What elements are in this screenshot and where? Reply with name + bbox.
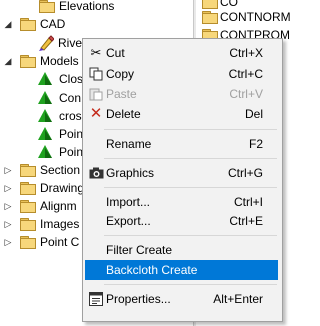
tree-item-label: Alignm xyxy=(40,199,77,213)
file-list-label: CONTNORM xyxy=(220,10,291,24)
menu-item-shortcut: Del xyxy=(244,107,263,121)
menu-item-label: Copy xyxy=(106,67,135,81)
menu-item-label: Properties... xyxy=(106,292,171,306)
folder-icon xyxy=(20,164,36,177)
tree-item-model[interactable]: Poin xyxy=(0,143,84,161)
menu-item-shortcut: Alt+Enter xyxy=(213,292,263,306)
expand-arrow-icon[interactable]: ▷ xyxy=(3,197,13,215)
expand-arrow-icon[interactable]: ▷ xyxy=(3,179,13,197)
delete-icon: ✕ xyxy=(89,105,103,122)
tree-item-point-cloud[interactable]: ▷ Point C xyxy=(0,233,84,251)
tree-item-label: Images xyxy=(40,217,80,231)
tree-item-label: Clos xyxy=(59,72,84,86)
folder-icon xyxy=(20,18,36,31)
menu-item-shortcut: Ctrl+I xyxy=(233,195,263,209)
folder-icon xyxy=(20,218,36,231)
tree-item-label: Poin xyxy=(59,127,84,141)
tree-item-label: cros xyxy=(59,109,82,123)
menu-item-label: Paste xyxy=(106,87,137,101)
menu-item-rename[interactable]: Rename F2 xyxy=(85,134,278,154)
tree-item-label: Poin xyxy=(59,145,84,159)
menu-item-delete[interactable]: ✕ Delete Del xyxy=(85,104,278,124)
camera-icon xyxy=(88,165,104,181)
menu-item-label: Filter Create xyxy=(106,243,173,257)
menu-item-shortcut: Ctrl+E xyxy=(229,214,263,228)
tree-item-label: Point C xyxy=(40,235,80,249)
collapse-arrow-icon[interactable]: ◢ xyxy=(3,52,13,70)
menu-item-shortcut: Ctrl+X xyxy=(229,46,263,60)
menu-item-label: Cut xyxy=(106,46,125,60)
tree-item-rive[interactable]: Rive xyxy=(0,34,84,52)
menu-item-label: Backcloth Create xyxy=(106,263,198,277)
pyramid-icon xyxy=(38,109,52,122)
tree-item-label: Elevations xyxy=(59,0,115,13)
menu-item-copy[interactable]: Copy Ctrl+C xyxy=(85,64,278,84)
expand-arrow-icon[interactable]: ▷ xyxy=(3,161,13,179)
tree-item-label: Section xyxy=(40,163,81,177)
copy-icon xyxy=(88,66,104,82)
menu-item-label: Rename xyxy=(106,137,152,151)
scissors-icon: ✂ xyxy=(90,45,102,60)
tree-item-label: Drawing xyxy=(40,181,85,195)
tree-item-model[interactable]: Con xyxy=(0,89,84,107)
menu-separator xyxy=(104,187,277,188)
menu-item-label: Graphics xyxy=(106,166,155,180)
tree-item-drawing[interactable]: ▷ Drawing xyxy=(0,179,84,197)
pyramid-icon xyxy=(38,72,52,85)
folder-icon xyxy=(20,236,36,249)
menu-item-paste: Paste Ctrl+V xyxy=(85,84,278,104)
tree-item-model[interactable]: Clos xyxy=(0,70,84,88)
tree-item-model[interactable]: cros xyxy=(0,107,84,125)
folder-icon xyxy=(20,55,36,68)
pyramid-icon xyxy=(38,145,52,158)
tree-item-cad[interactable]: ◢ CAD xyxy=(0,15,190,33)
tree-item-section[interactable]: ▷ Section xyxy=(0,161,84,179)
menu-item-shortcut: Ctrl+C xyxy=(228,67,263,81)
pyramid-icon xyxy=(38,127,52,140)
menu-item-label: Export... xyxy=(106,214,151,228)
menu-separator xyxy=(104,284,277,285)
paste-icon xyxy=(88,86,104,102)
menu-item-graphics[interactable]: Graphics Ctrl+G xyxy=(85,163,278,183)
tree-item-model[interactable]: Poin xyxy=(0,125,84,143)
pyramid-icon xyxy=(38,91,52,104)
tree-item-alignment[interactable]: ▷ Alignm xyxy=(0,197,84,215)
tree-item-label: Rive xyxy=(58,36,83,50)
pencil-icon xyxy=(39,35,54,51)
menu-separator xyxy=(104,158,277,159)
menu-item-properties[interactable]: Properties... Alt+Enter xyxy=(85,289,278,309)
menu-item-export[interactable]: Export... Ctrl+E xyxy=(85,211,278,231)
menu-item-shortcut: F2 xyxy=(248,137,263,151)
menu-item-import[interactable]: Import... Ctrl+I xyxy=(85,192,278,212)
properties-icon xyxy=(88,291,104,307)
expand-arrow-icon[interactable]: ▷ xyxy=(3,215,13,233)
menu-item-backcloth-create[interactable]: Backcloth Create xyxy=(85,260,278,280)
folder-icon xyxy=(202,0,218,9)
file-list-item[interactable]: CONTNORM xyxy=(196,8,293,26)
tree-item-label: Models xyxy=(40,54,79,68)
menu-item-label: Import... xyxy=(106,195,151,209)
tree-item-label: CAD xyxy=(40,17,66,31)
menu-item-shortcut: Ctrl+V xyxy=(229,87,263,101)
tree-item-label: Con xyxy=(59,91,82,105)
menu-item-label: Delete xyxy=(106,107,141,121)
tree-item-elevations[interactable]: Elevations xyxy=(0,0,190,15)
folder-icon xyxy=(39,0,55,13)
menu-separator xyxy=(104,235,277,236)
menu-separator xyxy=(104,129,277,130)
collapse-arrow-icon[interactable]: ◢ xyxy=(3,15,13,33)
folder-icon xyxy=(20,200,36,213)
context-menu: ✂ Cut Ctrl+X Copy Ctrl+C Paste Ctrl+V ✕ … xyxy=(82,38,283,322)
expand-arrow-icon[interactable]: ▷ xyxy=(3,233,13,251)
folder-icon xyxy=(20,182,36,195)
menu-item-filter-create[interactable]: Filter Create xyxy=(85,240,278,260)
menu-item-cut[interactable]: ✂ Cut Ctrl+X xyxy=(85,43,278,63)
tree-item-images[interactable]: ▷ Images xyxy=(0,215,84,233)
folder-icon xyxy=(202,11,218,24)
menu-item-shortcut: Ctrl+G xyxy=(227,166,263,180)
